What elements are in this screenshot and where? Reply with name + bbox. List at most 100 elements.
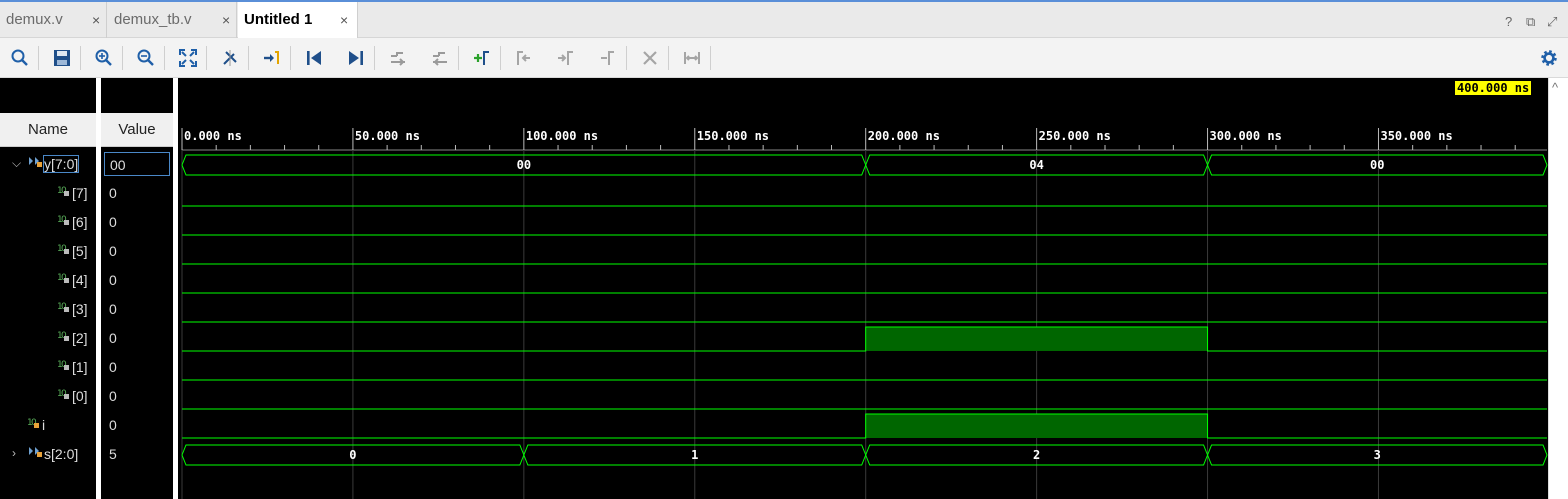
bus-segment-label: 00: [517, 158, 531, 172]
signal-row-i[interactable]: 10i: [0, 411, 96, 440]
signal-row-7[interactable]: 1 0 [7]: [0, 179, 96, 208]
signal-row-6[interactable]: 1 0 [6]: [0, 208, 96, 237]
signal-row-3[interactable]: 1 0 [3]: [0, 295, 96, 324]
save-icon[interactable]: [50, 46, 74, 70]
signal-name: [7]: [72, 185, 88, 201]
tab-label: demux.v: [6, 11, 63, 28]
delete-icon[interactable]: [638, 46, 662, 70]
signal-name: [5]: [72, 243, 88, 259]
maximize-icon[interactable]: ⤢: [1547, 14, 1557, 30]
signal-value: 0: [104, 324, 170, 353]
signal-row-4[interactable]: 1 0 [4]: [0, 266, 96, 295]
waveform-toolbar: [0, 38, 1568, 78]
signal-value-text: 5: [109, 446, 117, 462]
name-value-splitter[interactable]: [96, 78, 101, 499]
chevron-up-icon[interactable]: ^: [1552, 80, 1558, 95]
tab-demux-tb-v[interactable]: demux_tb.v ×: [108, 2, 237, 38]
add-marker-icon[interactable]: [470, 46, 494, 70]
signal-value: 00: [104, 152, 170, 176]
signal-value-text: 0: [109, 417, 117, 433]
logic-bit-icon: 10: [57, 328, 69, 345]
bit-waveform: [182, 326, 1547, 352]
bus-icon: [28, 444, 42, 461]
bus-segment-label: 00: [1370, 158, 1384, 172]
logic-bit-icon: 10: [57, 241, 69, 258]
signal-value-text: 0: [109, 330, 117, 346]
bit-high-fill: [865, 327, 1208, 351]
signal-name: s[2:0]: [44, 446, 79, 462]
close-icon[interactable]: ×: [92, 2, 100, 38]
swap-cursors-icon[interactable]: [596, 46, 620, 70]
editor-tab-bar: demux.v × demux_tb.v × Untitled 1 × ? ⧉ …: [0, 0, 1568, 39]
signal-row-2[interactable]: 1 0 [2]: [0, 324, 96, 353]
zoom-to-cursor-icon[interactable]: [218, 46, 242, 70]
tab-untitled-1[interactable]: Untitled 1 ×: [238, 2, 358, 39]
restore-icon[interactable]: ⧉: [1526, 14, 1535, 30]
snap-to-transition-icon[interactable]: [680, 46, 704, 70]
next-marker-icon[interactable]: [554, 46, 578, 70]
list-wave-splitter[interactable]: [173, 78, 178, 499]
signal-value: 0: [104, 237, 170, 266]
signal-row-y-7-0[interactable]: ⌵ y[7:0]: [0, 150, 96, 179]
signal-row-5[interactable]: 1 0 [5]: [0, 237, 96, 266]
next-transition-icon[interactable]: [344, 46, 368, 70]
bus-segment-label: 2: [1033, 448, 1040, 462]
ruler-label: 350.000 ns: [1380, 129, 1452, 143]
signal-value-text: 0: [109, 272, 117, 288]
go-to-last-time-icon[interactable]: [302, 46, 326, 70]
signal-row-1[interactable]: 1 0 [1]: [0, 353, 96, 382]
chevron-down-icon[interactable]: ⌵: [12, 156, 21, 171]
tab-label: Untitled 1: [244, 11, 313, 28]
bus-segment-label: 3: [1374, 448, 1381, 462]
signal-value: 5: [104, 440, 170, 469]
bit-high-fill: [865, 414, 1208, 438]
bus-segment-label: 04: [1029, 158, 1043, 172]
signal-value-text: 0: [109, 388, 117, 404]
zoom-in-icon[interactable]: [92, 46, 116, 70]
logic-bit-icon: 10: [57, 212, 69, 229]
signal-name: [3]: [72, 301, 88, 317]
close-icon[interactable]: ×: [340, 2, 348, 38]
signal-value: 0: [104, 411, 170, 440]
logic-bit-icon: 10: [57, 357, 69, 374]
tab-demux-v[interactable]: demux.v ×: [0, 2, 107, 38]
previous-transition-icon[interactable]: [428, 46, 452, 70]
signal-name: [2]: [72, 330, 88, 346]
previous-transition-icon[interactable]: [386, 46, 410, 70]
gear-icon[interactable]: [1537, 46, 1561, 70]
signal-name: [0]: [72, 388, 88, 404]
ruler-label: 50.000 ns: [355, 129, 420, 143]
waveform-window: 0.000 ns 50.000 ns 100.000 ns 150.000 ns 200…: [0, 78, 1568, 499]
search-icon[interactable]: [8, 46, 32, 70]
ruler-label: 100.000 ns: [526, 129, 598, 143]
signal-name: [1]: [72, 359, 88, 375]
zoom-fit-icon[interactable]: [176, 46, 200, 70]
bit-waveform: [182, 413, 1547, 439]
cursor-time-readout: 400.000 ns: [1455, 81, 1532, 95]
header-spacer: [0, 78, 172, 112]
value-column-header[interactable]: Value: [101, 113, 173, 147]
go-to-time-zero-icon[interactable]: [260, 46, 284, 70]
chevron-right-icon[interactable]: ›: [12, 446, 16, 460]
signal-value-text: 0: [109, 243, 117, 259]
zoom-out-icon[interactable]: [134, 46, 158, 70]
signal-value-text: 0: [109, 359, 117, 375]
vertical-scrollbar[interactable]: ^: [1548, 78, 1568, 499]
bus-segment-label: 1: [691, 448, 698, 462]
signal-value: 0: [104, 382, 170, 411]
waveform-canvas[interactable]: 0.000 ns 50.000 ns 100.000 ns 150.000 ns 200…: [0, 78, 1548, 499]
logic-bit-icon: 10: [57, 183, 69, 200]
previous-marker-icon[interactable]: [512, 46, 536, 70]
name-column-header[interactable]: Name: [0, 113, 96, 147]
signal-name: y[7:0]: [42, 155, 80, 173]
logic-bit-icon: 10: [57, 386, 69, 403]
signal-row-s-2-0[interactable]: › s[2:0]: [0, 440, 96, 469]
signal-name: i: [42, 417, 46, 433]
close-icon[interactable]: ×: [222, 2, 230, 38]
tab-label: demux_tb.v: [114, 11, 192, 28]
help-icon[interactable]: ?: [1505, 14, 1512, 29]
ruler-label: 0.000 ns: [184, 129, 242, 143]
logic-bit-icon: 10: [57, 270, 69, 287]
signal-value: 0: [104, 179, 170, 208]
signal-row-0[interactable]: 1 0 [0]: [0, 382, 96, 411]
